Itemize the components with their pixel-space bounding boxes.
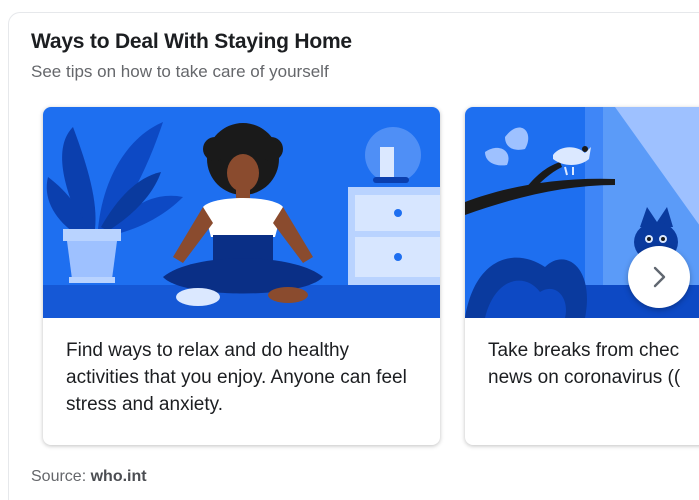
- carousel-next-button[interactable]: [628, 246, 690, 308]
- tip-card-text: Take breaks from chec news on coronaviru…: [488, 340, 681, 388]
- source-link[interactable]: who.int: [91, 468, 147, 485]
- source-label: Source:: [31, 468, 87, 485]
- section-title: Ways to Deal With Staying Home: [31, 30, 352, 53]
- source-attribution: Source: who.int: [31, 468, 147, 486]
- tip-card-relax[interactable]: Find ways to relax and do healthy activi…: [43, 107, 440, 445]
- section-subtitle: See tips on how to take care of yourself: [31, 62, 329, 81]
- tip-card-text: Find ways to relax and do healthy activi…: [66, 340, 407, 415]
- person-meditating-illustration: [43, 107, 440, 318]
- chevron-right-icon: [653, 266, 666, 288]
